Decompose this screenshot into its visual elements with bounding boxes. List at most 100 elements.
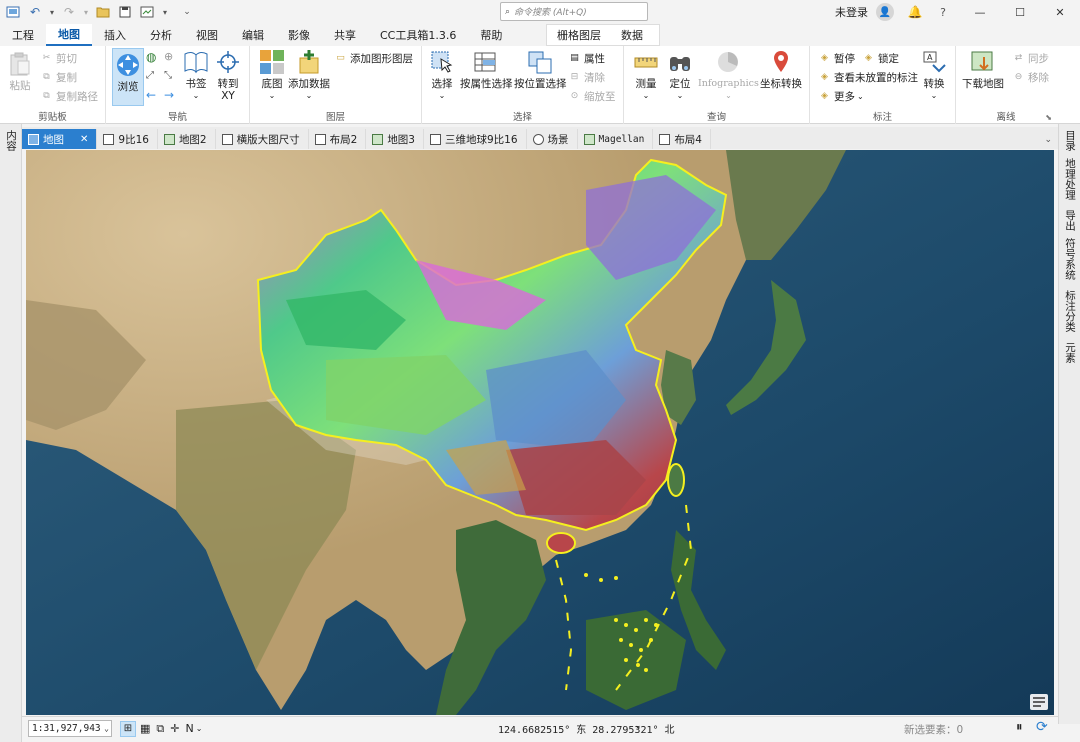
dialog-launcher-icon[interactable]: ⬊	[1045, 113, 1052, 122]
measure-button[interactable]: 测量 ⌄	[632, 48, 660, 102]
symbology-pane-tab[interactable]: 符号系统	[1063, 238, 1078, 280]
tab-help[interactable]: 帮助	[468, 24, 514, 46]
chevron-down-icon[interactable]: ⌄	[196, 724, 203, 733]
map-canvas[interactable]	[26, 150, 1054, 715]
user-signin[interactable]: 未登录	[835, 0, 868, 24]
tab-insert[interactable]: 插入	[92, 24, 138, 46]
export-pane-tab[interactable]: 导出	[1063, 210, 1078, 231]
quick-access-dropdown-icon[interactable]: ▾	[160, 3, 170, 21]
infographics-button[interactable]: Infographics ⌄	[698, 48, 759, 102]
tabs-overflow-icon[interactable]: ⌄	[1044, 135, 1052, 145]
view-tab-layout2[interactable]: 布局2	[308, 129, 367, 149]
map-view-icon	[163, 133, 175, 145]
crosshair-icon[interactable]: ✛	[170, 722, 179, 735]
fixed-zoom-in-icon[interactable]: ⊕	[164, 50, 173, 63]
view-tab-map3[interactable]: 地图3	[366, 129, 424, 149]
view-tab-map2[interactable]: 地图2	[157, 129, 216, 149]
clear-selection-button[interactable]: ⊟ 清除	[568, 69, 605, 85]
tab-imagery[interactable]: 影像	[276, 24, 322, 46]
paste-button[interactable]: 粘贴	[6, 50, 34, 92]
fixed-scale-icon[interactable]: ⊞	[120, 720, 136, 737]
view-tab-map[interactable]: 地图 ✕	[22, 129, 98, 149]
basemap-button[interactable]: 底图 ⌄	[258, 48, 286, 102]
refresh-icon[interactable]: ⟳	[1036, 719, 1048, 735]
label-class-pane-tab[interactable]: 标注分类	[1063, 290, 1078, 332]
north-arrow-icon[interactable]: N	[185, 722, 193, 735]
add-data-button[interactable]: 添加数据 ⌄	[288, 48, 330, 102]
view-tab-9x16[interactable]: 9比16	[97, 129, 158, 149]
contents-pane-tab[interactable]: 内容	[4, 130, 19, 151]
convert-labels-button[interactable]: A 转换 ⌄	[920, 48, 948, 102]
tab-share[interactable]: 共享	[322, 24, 368, 46]
go-to-xy-button[interactable]: 转到 XY	[214, 48, 242, 102]
tab-view[interactable]: 视图	[184, 24, 230, 46]
customize-toolbar-icon[interactable]: ⌄	[178, 3, 196, 21]
tab-data[interactable]: 数据	[611, 24, 653, 46]
redo-dropdown-icon[interactable]: ▾	[82, 3, 90, 21]
undo-dropdown-icon[interactable]: ▾	[48, 3, 56, 21]
elements-pane-tab[interactable]: 元素	[1063, 342, 1078, 363]
more-labeling-button[interactable]: ◈ 更多 ⌄	[818, 88, 864, 104]
select-button[interactable]: 选择 ⌄	[428, 48, 456, 102]
minimize-button[interactable]: —	[960, 0, 1000, 24]
map-layout-icon[interactable]	[138, 3, 156, 21]
back-icon[interactable]: ←	[146, 88, 156, 102]
copy-path-button[interactable]: ⧉ 复制路径	[40, 88, 98, 104]
maximize-button[interactable]: ☐	[1000, 0, 1040, 24]
view-tab-magellan[interactable]: Magellan	[577, 129, 654, 149]
cut-button[interactable]: ✂ 剪切	[40, 50, 77, 66]
tab-analysis[interactable]: 分析	[138, 24, 184, 46]
select-by-location-button[interactable]: 按位置选择	[514, 48, 567, 90]
close-tab-icon[interactable]: ✕	[80, 134, 88, 145]
fixed-zoom-out-icon[interactable]: ⤡	[164, 70, 172, 81]
explore-button[interactable]: 浏览	[112, 48, 144, 106]
view-tab-globe[interactable]: 三维地球9比16	[424, 129, 527, 149]
bookmarks-button[interactable]: 书签 ⌄	[182, 48, 210, 102]
coordinate-system-dropdown[interactable]: ⌄	[634, 721, 642, 731]
add-graphics-layer-button[interactable]: ▭ 添加图形图层	[334, 50, 413, 66]
sync-button[interactable]: ⇄ 同步	[1012, 50, 1049, 66]
tab-map[interactable]: 地图	[46, 24, 92, 46]
download-map-button[interactable]: 下载地图	[962, 48, 1004, 90]
view-unplaced-button[interactable]: ◈ 查看未放置的标注	[818, 69, 918, 85]
previous-extent-icon[interactable]: ⤢	[146, 70, 154, 81]
save-icon[interactable]	[116, 3, 134, 21]
tab-project[interactable]: 工程	[0, 24, 46, 46]
view-tab-scene[interactable]: 场景	[526, 129, 578, 149]
remove-button[interactable]: ⊖ 移除	[1012, 69, 1049, 85]
tab-cc-toolbox[interactable]: CC工具箱1.3.6	[368, 24, 468, 46]
copy-button[interactable]: ⧉ 复制	[40, 69, 77, 85]
locate-button[interactable]: 定位 ⌄	[666, 48, 694, 102]
view-tab-layout4[interactable]: 布局4	[653, 129, 711, 149]
taiwan-island[interactable]	[667, 463, 685, 497]
scale-input[interactable]: 1:31,927,943 ⌄	[28, 720, 112, 737]
forward-icon[interactable]: →	[164, 88, 174, 102]
attributes-button[interactable]: ▤ 属性	[568, 50, 605, 66]
zoom-to-selection-button[interactable]: ⊙ 缩放至	[568, 88, 616, 104]
lock-labels-button[interactable]: ◈ 锁定	[862, 50, 899, 66]
avatar[interactable]: 👤	[876, 3, 894, 21]
command-search-input[interactable]: ⌕ 命令搜索 (Alt+Q)	[500, 2, 648, 21]
select-by-attributes-button[interactable]: 按属性选择	[460, 48, 513, 90]
close-button[interactable]: ✕	[1040, 0, 1080, 24]
catalog-pane-tab[interactable]: 目录	[1063, 130, 1078, 151]
redo-icon[interactable]: ↷	[60, 3, 78, 21]
pause-labeling-button[interactable]: ◈ 暂停	[818, 50, 855, 66]
help-button[interactable]: ?	[926, 0, 960, 24]
pause-drawing-icon[interactable]: ⏸	[1016, 720, 1023, 735]
geoprocessing-pane-tab[interactable]: 地理处理	[1063, 158, 1078, 200]
snapping-icon[interactable]: ⧉	[156, 722, 164, 736]
hainan-island[interactable]	[546, 532, 576, 554]
tab-raster-layer[interactable]: 栅格图层	[547, 24, 611, 46]
unplaced-labels-icon: ◈	[821, 72, 828, 82]
contents-pane-collapsed: 内容	[0, 124, 22, 742]
map-notes-icon[interactable]	[1030, 694, 1048, 710]
undo-icon[interactable]: ↶	[26, 3, 44, 21]
view-tab-landscape[interactable]: 横版大图尺寸	[215, 129, 309, 149]
grid-icon[interactable]: ▦	[140, 722, 150, 735]
notification-icon[interactable]: 🔔	[904, 0, 926, 24]
full-extent-icon[interactable]: ◍	[146, 50, 156, 64]
coordinate-conversion-button[interactable]: 坐标转换	[760, 48, 802, 90]
open-folder-icon[interactable]	[94, 3, 112, 21]
tab-edit[interactable]: 编辑	[230, 24, 276, 46]
